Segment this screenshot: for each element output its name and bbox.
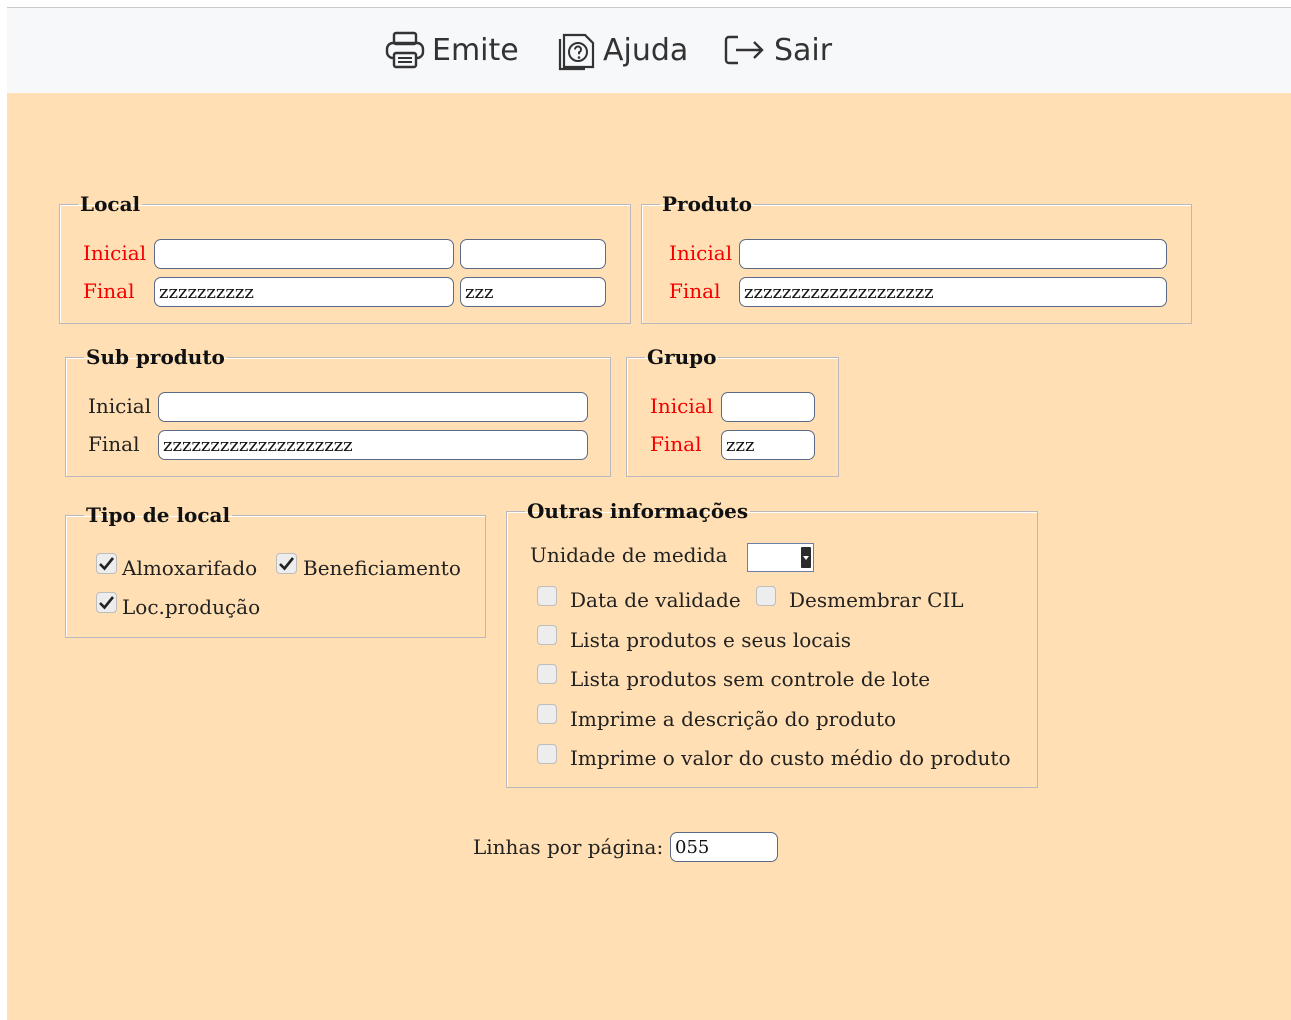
data-validade-label[interactable]: Data de validade [570, 588, 741, 612]
desmembrar-checkbox[interactable] [756, 586, 776, 606]
unidade-medida-label: Unidade de medida [530, 543, 728, 567]
sub-produto-inicial-input[interactable] [158, 392, 588, 422]
lista-locais-checkbox[interactable] [537, 625, 557, 645]
printer-icon [384, 29, 426, 71]
logout-icon [722, 29, 768, 71]
linhas-por-pagina-input[interactable] [670, 832, 778, 862]
loc-producao-label[interactable]: Loc.produção [122, 595, 260, 619]
almoxarifado-checkbox[interactable] [96, 553, 117, 574]
ajuda-button[interactable]: Ajuda [555, 29, 689, 71]
linhas-label: Linhas por página: [473, 835, 664, 859]
produto-inicial-label: Inicial [669, 241, 733, 265]
sub-produto-legend: Sub produto [86, 345, 225, 369]
toolbar: Emite Ajuda Sair [7, 7, 1291, 94]
emite-button[interactable]: Emite [384, 30, 519, 70]
loc-producao-checkbox[interactable] [96, 592, 117, 613]
grupo-legend: Grupo [647, 345, 717, 369]
local-final-sub-input[interactable] [460, 277, 606, 307]
dropdown-arrow-icon [801, 547, 811, 568]
sair-label: Sair [774, 32, 833, 68]
grupo-final-input[interactable] [721, 430, 815, 460]
beneficiamento-label[interactable]: Beneficiamento [303, 556, 461, 580]
unidade-medida-select[interactable] [747, 543, 814, 572]
lista-sem-lote-label[interactable]: Lista produtos sem controle de lote [570, 667, 930, 691]
beneficiamento-checkbox[interactable] [276, 553, 297, 574]
almoxarifado-label[interactable]: Almoxarifado [122, 556, 257, 580]
imprime-descricao-label[interactable]: Imprime a descrição do produto [570, 707, 896, 731]
lista-locais-label[interactable]: Lista produtos e seus locais [570, 628, 851, 652]
tipo-local-legend: Tipo de local [86, 503, 231, 527]
desmembrar-label[interactable]: Desmembrar CIL [789, 588, 964, 612]
grupo-final-label: Final [650, 432, 702, 456]
data-validade-checkbox[interactable] [537, 586, 557, 606]
local-inicial-label: Inicial [83, 241, 147, 265]
produto-final-input[interactable] [739, 277, 1167, 307]
checkmark-icon [99, 596, 115, 610]
imprime-descricao-checkbox[interactable] [537, 704, 557, 724]
local-inicial-input[interactable] [154, 239, 454, 269]
form-area: Local Inicial Final Produto Inicial Fina… [7, 93, 1291, 1020]
local-legend: Local [80, 192, 141, 216]
grupo-inicial-label: Inicial [650, 394, 714, 418]
sub-produto-final-input[interactable] [158, 430, 588, 460]
produto-final-label: Final [669, 279, 721, 303]
imprime-custo-checkbox[interactable] [537, 744, 557, 764]
local-final-label: Final [83, 279, 135, 303]
sub-produto-inicial-label: Inicial [88, 394, 152, 418]
local-final-input[interactable] [154, 277, 454, 307]
sair-button[interactable]: Sair [722, 30, 832, 70]
produto-legend: Produto [662, 192, 753, 216]
local-inicial-sub-input[interactable] [460, 239, 606, 269]
grupo-inicial-input[interactable] [721, 392, 815, 422]
emite-label: Emite [432, 32, 519, 68]
report-window: Emite Ajuda Sair Local Inicial Final zzz… [7, 7, 1291, 1020]
sub-produto-final-label: Final [88, 432, 140, 456]
outras-legend: Outras informações [527, 499, 749, 523]
checkmark-icon [279, 557, 295, 571]
produto-inicial-input[interactable] [739, 239, 1167, 269]
help-document-icon [555, 29, 597, 71]
checkmark-icon [99, 557, 115, 571]
lista-sem-lote-checkbox[interactable] [537, 664, 557, 684]
ajuda-label: Ajuda [603, 32, 689, 68]
imprime-custo-label[interactable]: Imprime o valor do custo médio do produt… [570, 746, 1011, 770]
